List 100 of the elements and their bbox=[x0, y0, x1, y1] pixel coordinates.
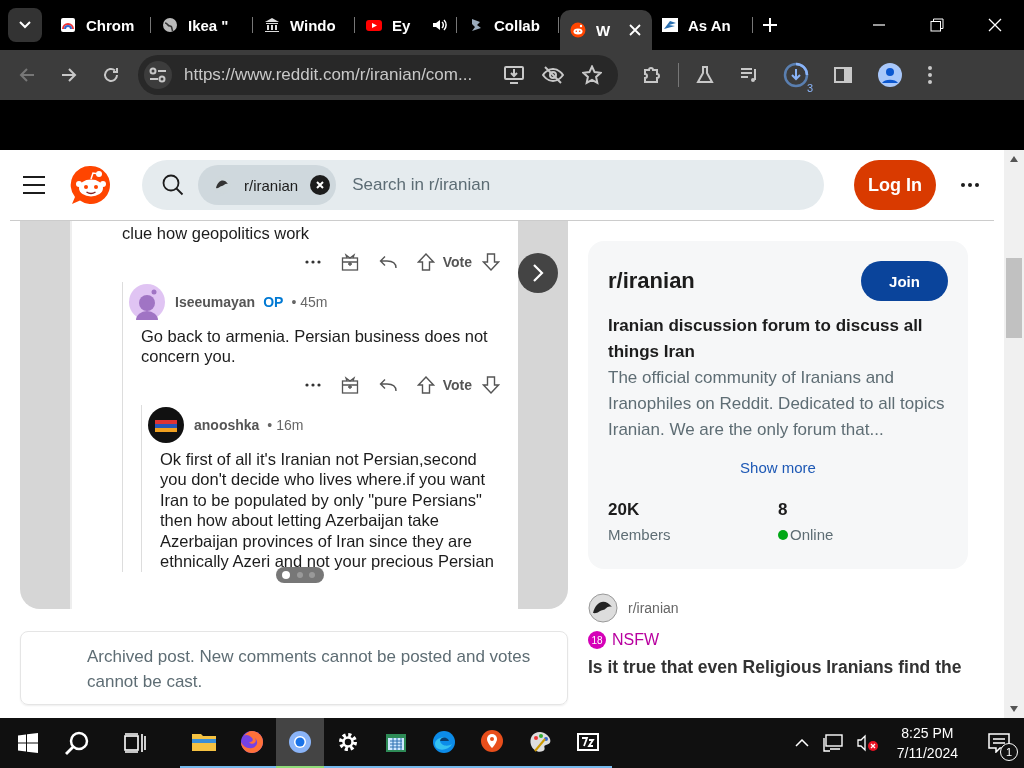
speaker-icon[interactable] bbox=[431, 17, 447, 33]
user-avatar-icon bbox=[148, 406, 184, 443]
search-icon bbox=[162, 174, 184, 196]
show-more-button[interactable]: Show more bbox=[732, 455, 824, 480]
username[interactable]: anooshka bbox=[194, 416, 260, 433]
notice-text: Archived post. New comments cannot be posted and votes cannot be cast. bbox=[87, 647, 531, 691]
vote-label: Vote bbox=[442, 253, 472, 270]
community-chip[interactable]: r/iranian bbox=[198, 165, 337, 205]
community-name: r/iranian bbox=[608, 268, 695, 294]
menu-icon[interactable] bbox=[22, 175, 46, 195]
music-list-icon[interactable] bbox=[739, 65, 759, 85]
reddit-logo-icon[interactable] bbox=[70, 165, 112, 205]
puzzle-icon[interactable] bbox=[642, 65, 662, 85]
building-icon bbox=[264, 17, 280, 33]
clock-time[interactable]: 8:25 PM bbox=[901, 723, 954, 743]
login-button[interactable]: Log In bbox=[854, 160, 936, 210]
browser-tab[interactable]: W bbox=[560, 10, 652, 50]
play-icon bbox=[366, 17, 382, 33]
more-vertical-icon[interactable] bbox=[927, 65, 933, 85]
address-bar[interactable]: https://www.reddit.com/r/iranian/com... bbox=[138, 55, 618, 95]
rainbow-icon bbox=[60, 17, 76, 33]
search-icon[interactable] bbox=[64, 730, 90, 756]
close-icon[interactable] bbox=[629, 24, 641, 36]
clock-date[interactable]: 7/11/2024 bbox=[896, 743, 958, 763]
browser-tab[interactable]: Windo bbox=[254, 0, 356, 50]
plus-icon[interactable] bbox=[762, 17, 778, 33]
browser-tab[interactable]: Collab bbox=[458, 0, 560, 50]
side-panel-icon[interactable] bbox=[833, 65, 853, 85]
palette-icon bbox=[527, 729, 553, 755]
community-link[interactable]: r/iranian bbox=[628, 600, 679, 616]
chevron-up-icon[interactable] bbox=[794, 739, 809, 747]
eye-slash-icon[interactable] bbox=[542, 66, 564, 84]
fox-globe-icon bbox=[239, 729, 265, 755]
tab-search-button[interactable] bbox=[8, 8, 42, 42]
edge-logo-icon bbox=[431, 729, 457, 755]
scrollbar-thumb[interactable] bbox=[1006, 258, 1022, 338]
network-icon[interactable] bbox=[822, 734, 843, 752]
comment-text: clue how geopolitics work bbox=[122, 223, 311, 244]
caret-icon bbox=[19, 21, 31, 29]
nsfw-label: NSFW bbox=[612, 631, 660, 649]
browser-tab[interactable]: Chrom bbox=[50, 0, 152, 50]
upvote-icon[interactable] bbox=[416, 375, 435, 394]
stat-label: Online bbox=[790, 526, 834, 543]
browser-tab[interactable]: As An bbox=[652, 0, 754, 50]
globe-icon bbox=[162, 17, 178, 33]
community-avatar-icon bbox=[588, 593, 618, 623]
more-horizontal-icon[interactable] bbox=[960, 182, 980, 188]
stat-value: 20K bbox=[608, 500, 641, 520]
map-pin-icon bbox=[479, 729, 505, 755]
browser-tab[interactable]: Ikea " bbox=[152, 0, 254, 50]
upvote-icon[interactable] bbox=[416, 252, 435, 271]
post-title-link[interactable]: Is it true that even Religious Iranians find the bbox=[588, 657, 968, 678]
clear-icon[interactable] bbox=[310, 175, 331, 195]
star-icon[interactable] bbox=[582, 65, 602, 85]
profile-avatar-icon[interactable] bbox=[877, 62, 903, 88]
forward-arrow-icon[interactable] bbox=[60, 66, 78, 84]
carousel-dots-icon bbox=[276, 567, 324, 583]
taskbar-app-button[interactable] bbox=[276, 718, 324, 768]
downvote-icon[interactable] bbox=[482, 375, 500, 394]
reply-arrow-icon[interactable] bbox=[378, 377, 397, 392]
install-app-icon[interactable] bbox=[504, 66, 524, 84]
downvote-icon[interactable] bbox=[482, 252, 500, 271]
community-tagline: Iranian discussion forum to discuss all things Iran bbox=[608, 315, 924, 363]
user-avatar-icon bbox=[129, 283, 165, 320]
volume-muted-icon[interactable] bbox=[856, 734, 879, 752]
username[interactable]: Iseeumayan bbox=[175, 293, 256, 310]
download-count: 3 bbox=[806, 82, 813, 94]
comment-text: Ok first of all it's Iranian not Persian,second you don't decide who lives where.if you want Iran to be populated by only "pure Persians" then how about letting Azerbaijan take Azerbaijan provinces of Iran since they are ethnically Azeri and not your precious Persian bbox=[160, 448, 495, 572]
back-arrow-icon[interactable] bbox=[18, 66, 36, 84]
stat-value: 8 bbox=[778, 500, 789, 520]
notification-count: 1 bbox=[1000, 743, 1018, 761]
op-tag: OP bbox=[263, 293, 284, 310]
flask-icon[interactable] bbox=[695, 65, 715, 85]
comment-text: Go back to armenia. Persian business does not concern you. bbox=[141, 325, 489, 367]
next-image-button[interactable] bbox=[518, 253, 558, 293]
gift-icon[interactable] bbox=[340, 375, 359, 394]
scroll-down-icon[interactable] bbox=[1010, 706, 1018, 712]
more-horizontal-icon[interactable] bbox=[304, 259, 321, 264]
search-field[interactable]: r/iranian Search in r/iranian bbox=[142, 160, 824, 210]
comment-time: • 45m bbox=[291, 293, 328, 310]
community-description: The official community of Iranians and Iranophiles on Reddit. Dedicated to all topics Iranian. We are the only forum that... bbox=[608, 367, 946, 441]
reply-arrow-icon[interactable] bbox=[378, 254, 397, 269]
site-settings-icon[interactable] bbox=[149, 67, 167, 83]
gift-icon[interactable] bbox=[340, 252, 359, 271]
close-icon[interactable] bbox=[988, 18, 1002, 32]
reload-icon[interactable] bbox=[102, 66, 120, 84]
online-dot-icon bbox=[778, 529, 788, 540]
join-button[interactable]: Join bbox=[861, 261, 948, 301]
vote-label: Vote bbox=[442, 376, 472, 393]
comment-time: • 16m bbox=[267, 416, 304, 433]
chevron-right-icon bbox=[532, 263, 544, 283]
nsfw-badge: 18 bbox=[588, 631, 606, 649]
scroll-up-icon[interactable] bbox=[1010, 156, 1018, 162]
more-horizontal-icon[interactable] bbox=[304, 382, 321, 387]
restore-icon[interactable] bbox=[930, 18, 944, 32]
windows-logo-icon[interactable] bbox=[18, 733, 38, 753]
task-view-icon[interactable] bbox=[124, 733, 146, 753]
download-progress-icon[interactable] bbox=[783, 62, 809, 88]
scrollbar[interactable] bbox=[1004, 150, 1024, 718]
browser-tab[interactable]: Ey bbox=[356, 0, 458, 50]
